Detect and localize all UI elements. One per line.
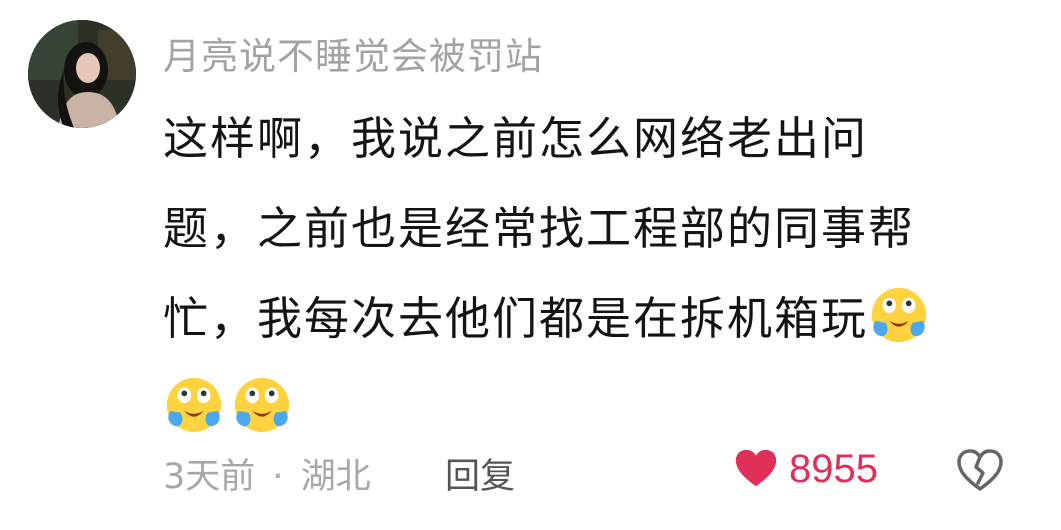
broken-heart-icon <box>957 449 1003 491</box>
comment-line: 这样啊，我说之前怎么网络老出问 <box>163 112 869 165</box>
comment-time: 3天前 <box>163 457 256 497</box>
comment-line: 忙，我每次去他们都是在拆机箱玩 <box>163 274 1043 364</box>
comment-line <box>163 364 1043 454</box>
heart-icon <box>735 449 777 487</box>
like-count: 8955 <box>789 446 878 491</box>
reply-button[interactable]: 回复 <box>445 448 515 499</box>
comment-meta: 3天前 · 湖北 <box>163 448 371 499</box>
avatar-photo <box>28 20 136 128</box>
username[interactable]: 月亮说不睡觉会被罚站 <box>163 26 543 80</box>
avatar[interactable] <box>28 20 136 128</box>
dislike-button[interactable] <box>956 447 1004 495</box>
comment-line: 题，之前也是经常找工程部的同事帮 <box>163 202 916 255</box>
comment-location: 湖北 <box>300 457 371 497</box>
meta-separator: · <box>272 457 284 497</box>
comment-text: 这样啊，我说之前怎么网络老出问 题，之前也是经常找工程部的同事帮 忙，我每次去他… <box>163 94 1043 454</box>
like-button[interactable]: 8955 <box>733 446 878 492</box>
crying-laughing-emoji-icon <box>231 374 293 436</box>
crying-laughing-emoji-icon <box>868 284 930 346</box>
crying-laughing-emoji-icon <box>163 374 225 436</box>
